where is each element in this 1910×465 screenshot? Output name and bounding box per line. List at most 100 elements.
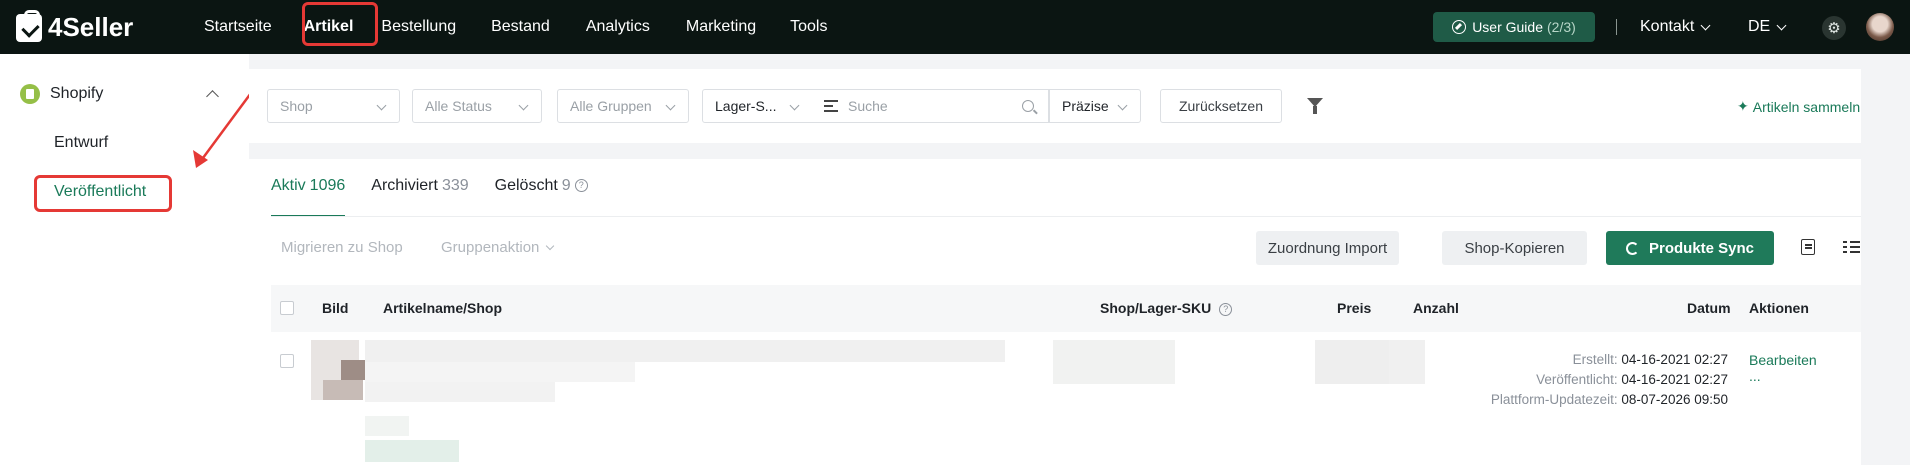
tab-label: Archiviert xyxy=(371,177,438,194)
created-date: Erstellt: 04-16-2021 02:27 xyxy=(1573,352,1728,367)
nav-item-bestand[interactable]: Bestand xyxy=(473,0,568,54)
sparkle-icon: ✦ xyxy=(1737,98,1749,114)
tab-archiviert[interactable]: Archiviert 339 xyxy=(371,177,468,217)
collect-articles-link[interactable]: ✦ Artikeln sammeln xyxy=(1737,98,1860,115)
column-header-quantity: Anzahl xyxy=(1413,300,1459,316)
chevron-down-icon xyxy=(1776,20,1787,30)
group-action-dropdown[interactable]: Gruppenaktion xyxy=(441,239,555,256)
chevron-down-icon xyxy=(1700,20,1711,30)
filter-bar: Shop Alle Status Alle Gruppen Lager-S...… xyxy=(249,69,1861,143)
select-all-checkbox[interactable] xyxy=(280,301,294,315)
group-select-placeholder: Alle Gruppen xyxy=(570,98,652,114)
compass-icon xyxy=(1452,20,1467,34)
column-header-image: Bild xyxy=(322,300,349,316)
search-filter-icon xyxy=(824,100,838,112)
product-thumbnail-detail xyxy=(341,360,365,380)
column-settings-icon[interactable] xyxy=(1843,239,1861,257)
user-guide-label: User Guide xyxy=(1472,19,1543,35)
tab-count: 339 xyxy=(441,177,469,194)
language-dropdown[interactable]: DE xyxy=(1748,0,1787,54)
reset-button[interactable]: Zurücksetzen xyxy=(1160,89,1282,123)
product-name-redacted xyxy=(365,362,635,382)
status-tabs: Aktiv 1096 Archiviert 339 Gelöscht 9 ? xyxy=(271,177,614,217)
product-thumbnail-detail xyxy=(323,380,363,400)
tab-count: 9 xyxy=(561,177,571,194)
product-list-card: Aktiv 1096 Archiviert 339 Gelöscht 9 ? M… xyxy=(249,159,1861,465)
table-row: Erstellt: 04-16-2021 02:27 Veröffentlich… xyxy=(271,332,1861,465)
column-header-sku-label: Shop/Lager-SKU xyxy=(1100,300,1212,316)
shopify-icon xyxy=(20,84,40,104)
chevron-down-icon xyxy=(376,100,387,111)
contact-label: Kontakt xyxy=(1640,18,1695,35)
product-name-redacted xyxy=(365,340,1005,362)
help-icon[interactable]: ? xyxy=(574,179,588,192)
migrate-to-shop-button[interactable]: Migrieren zu Shop xyxy=(281,239,403,256)
shop-copy-button[interactable]: Shop-Kopieren xyxy=(1442,231,1587,265)
mapping-import-button[interactable]: Zuordnung Import xyxy=(1256,231,1399,265)
user-avatar[interactable] xyxy=(1866,13,1894,41)
nav-item-analytics[interactable]: Analytics xyxy=(568,0,668,54)
shop-select[interactable]: Shop xyxy=(267,89,400,123)
main-nav: Startseite Artikel Bestellung Bestand An… xyxy=(196,0,843,54)
group-select[interactable]: Alle Gruppen xyxy=(557,89,689,123)
column-header-sku: Shop/Lager-SKU ? xyxy=(1100,300,1233,316)
search-icon[interactable] xyxy=(1022,100,1034,112)
nav-item-bestellung[interactable]: Bestellung xyxy=(372,0,473,54)
published-date-label: Veröffentlicht: xyxy=(1536,372,1618,387)
product-sync-button[interactable]: Produkte Sync xyxy=(1606,231,1774,265)
brand-logo[interactable]: 4Seller xyxy=(16,9,134,43)
topbar-divider xyxy=(1616,19,1617,35)
brand-name: 4Seller xyxy=(48,12,134,42)
column-header-actions: Aktionen xyxy=(1749,300,1809,316)
match-mode-select[interactable]: Präzise xyxy=(1049,89,1141,123)
refresh-icon xyxy=(1625,241,1639,255)
chevron-down-icon xyxy=(665,100,676,111)
sidebar-group-label: Shopify xyxy=(50,85,104,102)
chevron-down-icon xyxy=(518,100,529,111)
tab-label: Aktiv xyxy=(271,177,306,194)
published-date: Veröffentlicht: 04-16-2021 02:27 xyxy=(1536,372,1728,387)
user-guide-count: (2/3) xyxy=(1547,19,1576,35)
shop-select-placeholder: Shop xyxy=(280,98,313,114)
sidebar-item-entwurf[interactable]: Entwurf xyxy=(54,134,108,152)
nav-item-marketing[interactable]: Marketing xyxy=(668,0,774,54)
help-icon[interactable]: ? xyxy=(1219,302,1233,316)
column-header-name: Artikelname/Shop xyxy=(383,300,503,316)
export-list-icon[interactable] xyxy=(1801,239,1815,255)
more-actions-link[interactable]: ... xyxy=(1749,368,1761,384)
sidebar-group-shopify[interactable]: Shopify xyxy=(20,84,103,104)
edit-link[interactable]: Bearbeiten xyxy=(1749,352,1817,368)
platform-update-date: Plattform-Updatezeit: 08-07-2026 09:50 xyxy=(1491,392,1728,407)
column-header-price: Preis xyxy=(1337,300,1372,316)
shop-tag-redacted xyxy=(365,440,459,462)
tabs-divider xyxy=(271,216,1861,217)
quantity-redacted xyxy=(1389,340,1425,384)
sku-type-value: Lager-S... xyxy=(715,98,777,114)
group-action-label: Gruppenaktion xyxy=(441,239,540,256)
sku-redacted xyxy=(1053,340,1175,384)
nav-item-tools[interactable]: Tools xyxy=(774,0,843,54)
filter-funnel-icon[interactable] xyxy=(1307,98,1323,114)
status-select[interactable]: Alle Status xyxy=(412,89,542,123)
nav-item-startseite[interactable]: Startseite xyxy=(188,0,288,54)
search-placeholder: Suche xyxy=(848,98,888,114)
platform-update-value: 08-07-2026 09:50 xyxy=(1621,392,1728,407)
chevron-up-icon[interactable] xyxy=(206,90,219,103)
sku-type-select[interactable]: Lager-S... xyxy=(702,89,813,123)
status-select-placeholder: Alle Status xyxy=(425,98,492,114)
settings-gear-icon[interactable]: ⚙ xyxy=(1822,16,1846,40)
top-navigation-bar: 4Seller Startseite Artikel Bestellung Be… xyxy=(0,0,1910,54)
tab-geloescht[interactable]: Gelöscht 9 ? xyxy=(495,177,588,217)
search-input[interactable]: Suche xyxy=(812,89,1049,123)
created-date-label: Erstellt: xyxy=(1572,352,1618,367)
shop-name-redacted xyxy=(365,416,409,436)
shopping-bag-icon xyxy=(16,9,42,42)
user-guide-button[interactable]: User Guide (2/3) xyxy=(1433,12,1595,42)
row-checkbox[interactable] xyxy=(280,354,294,368)
price-redacted xyxy=(1315,340,1389,384)
tab-aktiv[interactable]: Aktiv 1096 xyxy=(271,177,346,217)
platform-update-label: Plattform-Updatezeit: xyxy=(1490,392,1618,407)
chevron-down-icon xyxy=(546,241,555,250)
contact-dropdown[interactable]: Kontakt xyxy=(1640,0,1711,54)
tab-count: 1096 xyxy=(309,177,346,194)
